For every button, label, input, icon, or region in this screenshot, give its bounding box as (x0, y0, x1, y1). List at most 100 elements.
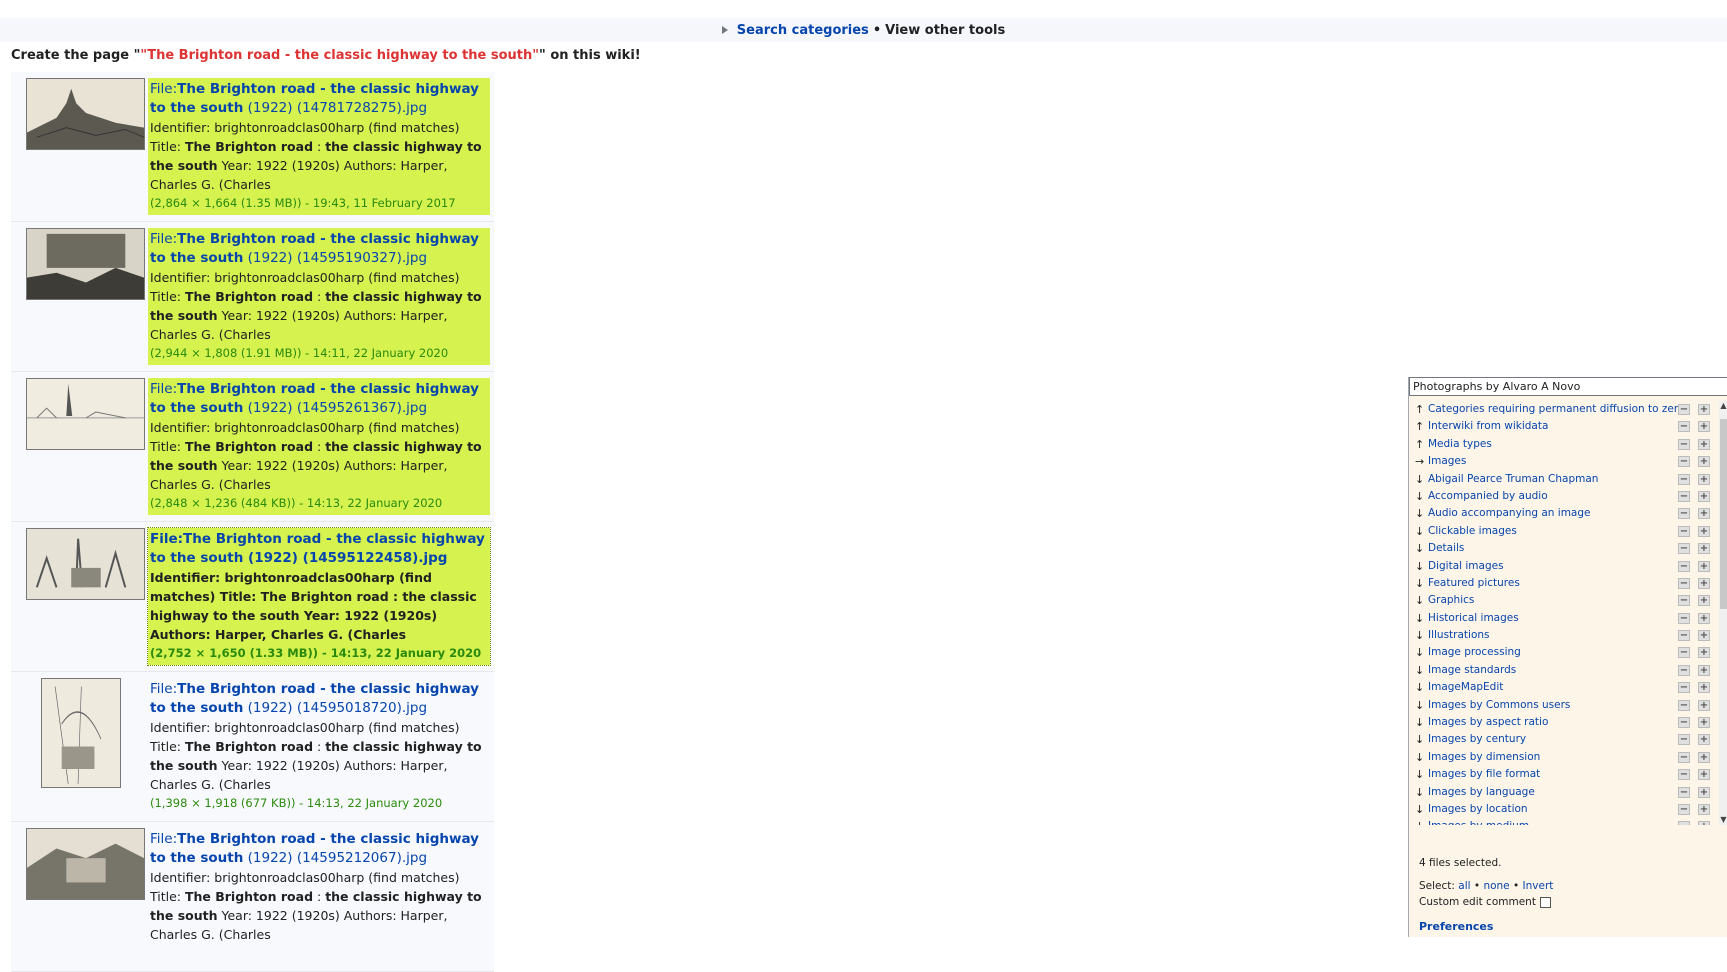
remove-category-button[interactable]: − (1678, 630, 1690, 642)
result-row[interactable]: File:The Brighton road - the classic hig… (11, 822, 494, 972)
remove-category-button[interactable]: − (1678, 803, 1690, 815)
category-item[interactable]: ↓ ImageMapEdit − + (1409, 679, 1717, 696)
category-name-link[interactable]: Graphics (1428, 592, 1474, 609)
add-category-button[interactable]: + (1698, 769, 1710, 781)
remove-category-button[interactable]: − (1678, 717, 1690, 729)
add-category-button[interactable]: + (1698, 543, 1710, 555)
select-none-link[interactable]: none (1483, 880, 1509, 892)
result-title-link[interactable]: File:The Brighton road - the classic hig… (150, 530, 490, 568)
result-title-link[interactable]: File:The Brighton road - the classic hig… (150, 830, 490, 868)
remove-category-button[interactable]: − (1678, 560, 1690, 572)
remove-category-button[interactable]: − (1678, 612, 1690, 624)
category-name-link[interactable]: Audio accompanying an image (1428, 505, 1591, 522)
remove-category-button[interactable]: − (1678, 664, 1690, 676)
category-item[interactable]: ↑ Categories requiring permanent diffusio… (1409, 401, 1717, 418)
add-category-button[interactable]: + (1698, 525, 1710, 537)
category-name-link[interactable]: Image standards (1428, 662, 1516, 679)
category-item[interactable]: ↓ Images by aspect ratio − + (1409, 714, 1717, 731)
category-name-link[interactable]: Images by language (1428, 784, 1535, 801)
category-item[interactable]: ↓ Graphics − + (1409, 592, 1717, 609)
category-item[interactable]: ↓ Illustrations − + (1409, 627, 1717, 644)
remove-category-button[interactable]: − (1678, 786, 1690, 798)
category-item[interactable]: ↓ Abigail Pearce Truman Chapman − + (1409, 471, 1717, 488)
category-item[interactable]: ↓ Images by century − + (1409, 731, 1717, 748)
remove-category-button[interactable]: − (1678, 734, 1690, 746)
expand-triangle-icon[interactable] (721, 26, 728, 34)
remove-category-button[interactable]: − (1678, 769, 1690, 781)
category-name-link[interactable]: Images by century (1428, 731, 1526, 748)
custom-edit-comment-checkbox[interactable] (1539, 896, 1551, 908)
add-category-button[interactable]: + (1698, 803, 1710, 815)
category-item[interactable]: ↓ Images by location − + (1409, 801, 1717, 818)
scroll-up-icon[interactable]: ▲ (1719, 401, 1727, 411)
add-category-button[interactable]: + (1698, 490, 1710, 502)
remove-category-button[interactable]: − (1678, 421, 1690, 433)
remove-category-button[interactable]: − (1678, 438, 1690, 450)
category-name-link[interactable]: Media types (1428, 436, 1492, 453)
add-category-button[interactable]: + (1698, 699, 1710, 711)
add-category-button[interactable]: + (1698, 438, 1710, 450)
category-item[interactable]: ↑ Media types − + (1409, 436, 1717, 453)
category-name-link[interactable]: Digital images (1428, 558, 1504, 575)
category-name-link[interactable]: Details (1428, 540, 1464, 557)
add-category-button[interactable]: + (1698, 404, 1710, 415)
add-category-button[interactable]: + (1698, 456, 1710, 468)
category-name-link[interactable]: Categories requiring permanent diffusion… (1428, 401, 1684, 418)
category-name-link[interactable]: Illustrations (1428, 627, 1490, 644)
category-item[interactable]: ↓ Clickable images − + (1409, 523, 1717, 540)
category-item[interactable]: ↓ Images by dimension − + (1409, 749, 1717, 766)
category-item[interactable]: ↓ Images by file format − + (1409, 766, 1717, 783)
category-name-link[interactable]: Historical images (1428, 610, 1519, 627)
result-row[interactable]: File:The Brighton road - the classic hig… (11, 222, 494, 372)
add-category-button[interactable]: + (1698, 647, 1710, 659)
remove-category-button[interactable]: − (1678, 821, 1690, 825)
add-category-button[interactable]: + (1698, 612, 1710, 624)
category-name-link[interactable]: Image processing (1428, 644, 1521, 661)
result-thumbnail[interactable] (26, 378, 145, 450)
category-name-link[interactable]: Images (1428, 453, 1466, 470)
category-name-link[interactable]: Images by medium (1428, 818, 1529, 825)
search-categories-link[interactable]: Search categories (737, 23, 869, 38)
remove-category-button[interactable]: − (1678, 473, 1690, 485)
add-category-button[interactable]: + (1698, 630, 1710, 642)
scroll-down-icon[interactable]: ▼ (1719, 815, 1727, 825)
add-category-button[interactable]: + (1698, 508, 1710, 520)
category-item[interactable]: ↓ Image processing − + (1409, 644, 1717, 661)
category-name-link[interactable]: Accompanied by audio (1428, 488, 1548, 505)
add-category-button[interactable]: + (1698, 421, 1710, 433)
add-category-button[interactable]: + (1698, 734, 1710, 746)
result-title-link[interactable]: File:The Brighton road - the classic hig… (150, 380, 490, 418)
add-category-button[interactable]: + (1698, 682, 1710, 694)
remove-category-button[interactable]: − (1678, 525, 1690, 537)
category-item[interactable]: ↓ Historical images − + (1409, 610, 1717, 627)
result-row[interactable]: File:The Brighton road - the classic hig… (11, 72, 494, 222)
category-item[interactable]: ↓ Featured pictures − + (1409, 575, 1717, 592)
result-thumbnail[interactable] (26, 828, 145, 900)
remove-category-button[interactable]: − (1678, 508, 1690, 520)
category-name-link[interactable]: Abigail Pearce Truman Chapman (1428, 471, 1598, 488)
category-item[interactable]: ↓ Accompanied by audio − + (1409, 488, 1717, 505)
add-category-button[interactable]: + (1698, 595, 1710, 607)
category-name-link[interactable]: Images by Commons users (1428, 697, 1570, 714)
result-row[interactable]: File:The Brighton road - the classic hig… (11, 372, 494, 522)
add-category-button[interactable]: + (1698, 786, 1710, 798)
scrollbar-thumb[interactable] (1720, 419, 1727, 609)
category-name-link[interactable]: Images by aspect ratio (1428, 714, 1548, 731)
result-thumbnail[interactable] (26, 528, 145, 600)
create-page-link[interactable]: "The Brighton road - the classic highway… (140, 48, 539, 63)
category-item[interactable]: → Images − + (1409, 453, 1717, 470)
result-row[interactable]: File:The Brighton road - the classic hig… (11, 672, 494, 822)
view-other-tools-link[interactable]: View other tools (885, 23, 1005, 38)
remove-category-button[interactable]: − (1678, 456, 1690, 468)
preferences-link[interactable]: Preferences (1419, 920, 1493, 933)
category-input[interactable] (1409, 377, 1727, 396)
remove-category-button[interactable]: − (1678, 595, 1690, 607)
category-name-link[interactable]: ImageMapEdit (1428, 679, 1503, 696)
remove-category-button[interactable]: − (1678, 751, 1690, 763)
remove-category-button[interactable]: − (1678, 699, 1690, 711)
remove-category-button[interactable]: − (1678, 490, 1690, 502)
category-name-link[interactable]: Images by dimension (1428, 749, 1540, 766)
category-name-link[interactable]: Featured pictures (1428, 575, 1520, 592)
category-item[interactable]: ↓ Digital images − + (1409, 558, 1717, 575)
category-name-link[interactable]: Images by location (1428, 801, 1528, 818)
